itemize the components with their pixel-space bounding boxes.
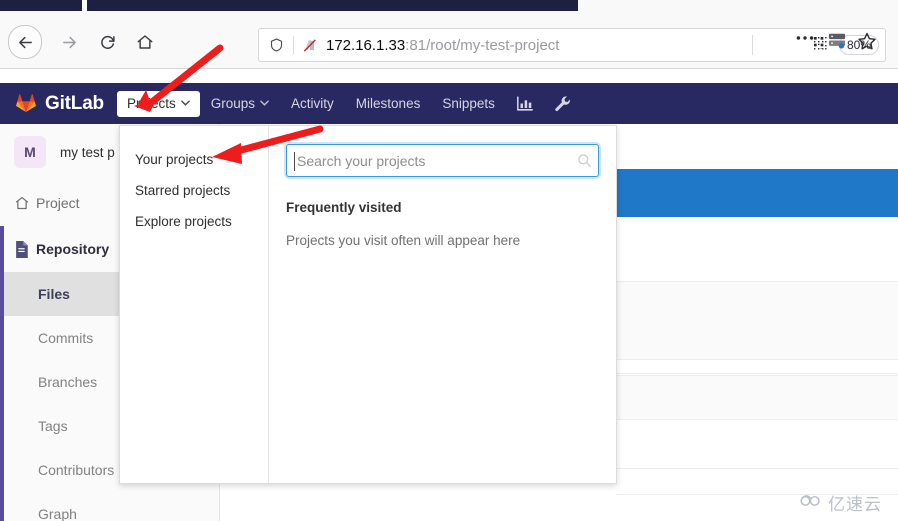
gitlab-nav-items: Projects Groups Activity Milestones Snip… <box>116 83 582 124</box>
projects-dropdown-panel: Your projects Starred projects Explore p… <box>119 125 617 484</box>
active-tab[interactable] <box>578 0 898 11</box>
sidebar-item-label: Project <box>36 195 80 211</box>
dropdown-item-label: Explore projects <box>135 214 232 229</box>
avatar: M <box>14 136 46 168</box>
sidebar-subitem-label: Contributors <box>38 462 115 478</box>
watermark-text: 亿速云 <box>828 495 882 515</box>
gitlab-fox-logo-icon <box>14 90 38 118</box>
search-icon <box>570 153 598 168</box>
nav-item-groups[interactable]: Groups <box>200 83 280 124</box>
table-row[interactable] <box>616 361 898 374</box>
sidebar-project-name: my test p <box>60 144 115 160</box>
gitlab-navbar: GitLab Projects Groups Activity Mileston… <box>0 83 898 124</box>
document-icon <box>14 240 36 258</box>
url-host: 172.16.1.33 <box>326 36 406 54</box>
nav-item-label: Milestones <box>355 96 421 111</box>
nav-item-label: Groups <box>210 96 256 111</box>
wrench-admin-icon[interactable] <box>544 95 582 113</box>
chevron-down-icon <box>260 98 269 109</box>
nav-item-label: Activity <box>291 96 334 111</box>
nav-item-label: Snippets <box>442 96 495 111</box>
search-input[interactable] <box>287 152 570 169</box>
url-text[interactable]: 172.16.1.33:81/root/my-test-project <box>326 37 805 54</box>
dropdown-item-label: Starred projects <box>135 183 231 198</box>
sidebar-subitem-graph[interactable]: Graph <box>0 492 219 521</box>
tab-gap <box>82 0 87 11</box>
shield-icon[interactable] <box>259 37 293 53</box>
analytics-chart-icon[interactable] <box>506 95 544 112</box>
sidebar-subitem-label: Files <box>38 286 70 302</box>
nav-item-label: Projects <box>126 96 176 111</box>
sidebar-subitem-label: Commits <box>38 330 94 346</box>
dropdown-item-starred-projects[interactable]: Starred projects <box>120 175 268 206</box>
gitlab-logo[interactable]: GitLab <box>14 90 104 118</box>
frequently-visited-empty-text: Projects you visit often will appear her… <box>286 233 521 248</box>
gitlab-brand-text: GitLab <box>45 92 104 114</box>
url-bar[interactable]: 172.16.1.33:81/root/my-test-project 80% <box>258 28 886 62</box>
forward-button[interactable] <box>52 27 86 57</box>
home-outline-icon <box>14 195 36 211</box>
sidebar-subitem-label: Branches <box>38 374 98 390</box>
star-icon[interactable] <box>852 31 882 51</box>
dropdown-item-label: Your projects <box>135 152 214 167</box>
dropdown-item-your-projects[interactable]: Your projects <box>120 144 268 175</box>
dropdown-left-menu: Your projects Starred projects Explore p… <box>120 126 269 483</box>
table-row[interactable] <box>616 281 898 360</box>
nav-item-snippets[interactable]: Snippets <box>431 83 506 124</box>
sidebar-subitem-label: Tags <box>38 418 68 434</box>
sidebar-subitem-label: Graph <box>38 506 77 521</box>
reload-button[interactable] <box>90 27 124 57</box>
nav-item-projects[interactable]: Projects <box>116 90 200 117</box>
nav-item-milestones[interactable]: Milestones <box>345 83 432 124</box>
content-banner <box>616 169 898 217</box>
chevron-down-icon <box>180 98 190 109</box>
browser-window: 172.16.1.33:81/root/my-test-project 80% <box>0 0 898 521</box>
frequently-visited-heading: Frequently visited <box>286 200 402 215</box>
dropdown-right-panel: Frequently visited Projects you visit of… <box>269 126 616 483</box>
sidebar-item-label: Repository <box>36 241 110 257</box>
tracker-blocked-icon[interactable] <box>294 37 326 54</box>
table-row[interactable] <box>616 421 898 469</box>
watermark: 亿速云 <box>799 490 882 515</box>
browser-tab-strip <box>0 0 898 11</box>
text-cursor <box>294 152 295 171</box>
ellipsis-icon[interactable] <box>790 35 820 41</box>
dropdown-item-explore-projects[interactable]: Explore projects <box>120 206 268 237</box>
nav-item-activity[interactable]: Activity <box>280 83 345 124</box>
search-field-wrapper[interactable] <box>286 144 599 177</box>
browser-toolbar: 172.16.1.33:81/root/my-test-project 80% <box>0 11 898 69</box>
home-button[interactable] <box>128 27 162 57</box>
back-button[interactable] <box>8 25 42 59</box>
cloud-icon <box>799 492 823 513</box>
server-icon[interactable] <box>822 31 852 49</box>
table-row[interactable] <box>616 375 898 420</box>
url-path: :81/root/my-test-project <box>405 36 560 54</box>
divider <box>752 35 753 55</box>
